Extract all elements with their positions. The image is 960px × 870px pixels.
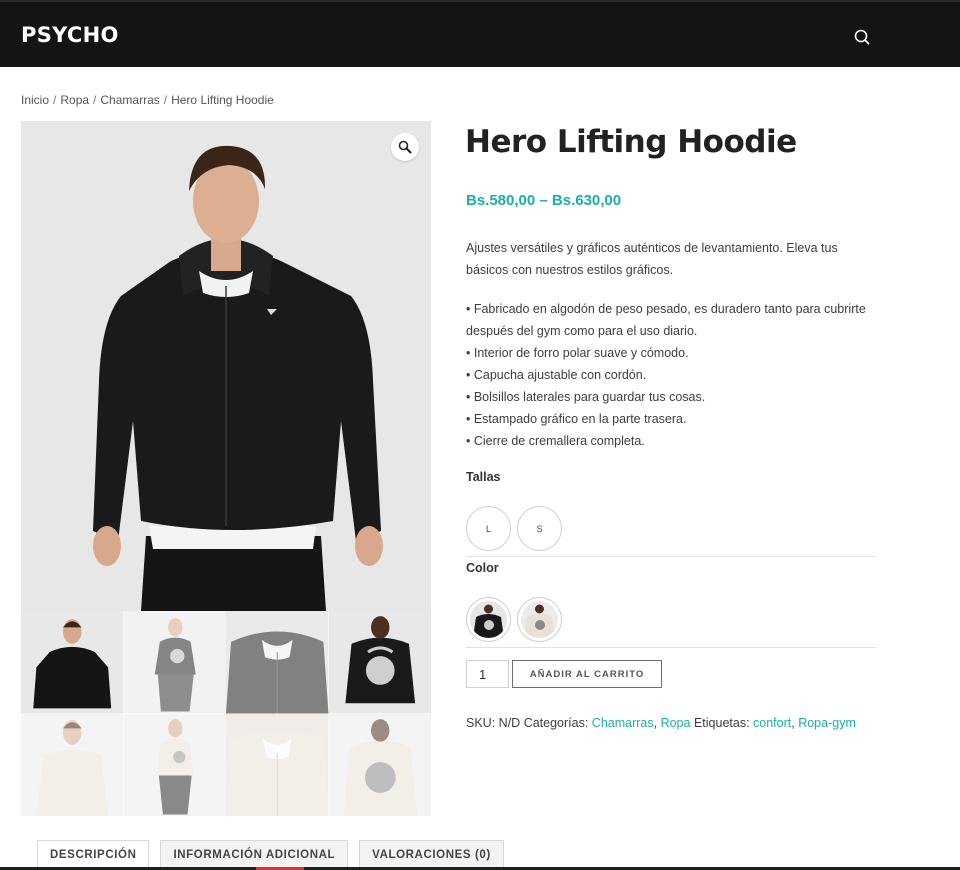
thumbnail-8[interactable] — [328, 713, 431, 816]
product-price: Bs.580,00 – Bs.630,00 — [466, 192, 622, 209]
category-link-chamarras[interactable]: Chamarras — [592, 716, 654, 730]
color-swatch-cream[interactable] — [517, 597, 562, 642]
tag-link-ropa-gym[interactable]: Ropa-gym — [798, 716, 856, 730]
tag-link-confort[interactable]: confort — [753, 716, 791, 730]
feature-item: • Cierre de cremallera completa. — [466, 434, 645, 448]
sizes-label: Tallas — [466, 470, 501, 484]
breadcrumb-chamarras[interactable]: Chamarras — [100, 93, 159, 107]
color-swatch-black[interactable] — [466, 597, 511, 642]
product-main-image[interactable] — [21, 121, 431, 611]
breadcrumb: Inicio / Ropa / Chamarras / Hero Lifting Hoodi… — [21, 93, 274, 107]
site-logo[interactable]: PSYCHO — [21, 23, 119, 47]
feature-item: • Interior de forro polar suave y cómodo… — [466, 346, 689, 360]
product-short-description: Ajustes versátiles y gráficos auténticos… — [466, 237, 876, 452]
feature-item: • Estampado gráfico en la parte trasera. — [466, 412, 687, 426]
sku-label: SKU: — [466, 716, 496, 730]
feature-item: • Fabricado en algodón de peso pesado, e… — [466, 302, 866, 338]
category-link-ropa[interactable]: Ropa — [661, 716, 691, 730]
breadcrumb-separator: / — [163, 93, 168, 107]
breadcrumb-separator: / — [93, 93, 97, 107]
thumbnail-4[interactable] — [328, 611, 431, 714]
site-header: PSYCHO — [0, 0, 960, 67]
thumbnail-3[interactable] — [226, 611, 329, 714]
feature-item: • Bolsillos laterales para guardar tus c… — [466, 390, 706, 404]
tags-label: Etiquetas: — [693, 716, 750, 730]
thumbnail-5[interactable] — [21, 713, 124, 816]
tab-informacion-adicional[interactable]: INFORMACIÓN ADICIONAL — [160, 840, 349, 870]
color-label: Color — [466, 561, 499, 575]
search-icon[interactable] — [852, 27, 872, 47]
thumbnail-7[interactable] — [226, 713, 329, 816]
feature-list: • Fabricado en algodón de peso pesado, e… — [466, 298, 876, 452]
thumbnail-1[interactable] — [21, 611, 124, 714]
magnifier-icon — [398, 140, 412, 154]
zoom-button[interactable] — [391, 133, 419, 161]
categories-label: Categorías: — [523, 716, 589, 730]
product-tabs: DESCRIPCIÓN INFORMACIÓN ADICIONAL VALORA… — [37, 840, 504, 870]
tab-descripcion[interactable]: DESCRIPCIÓN — [37, 840, 150, 870]
product-title: Hero Lifting Hoodie — [465, 124, 797, 160]
thumbnail-6[interactable] — [123, 713, 226, 816]
product-meta: SKU: N/D Categorías: Chamarras, Ropa Eti… — [466, 716, 856, 730]
thumbnail-gallery — [21, 611, 431, 816]
quantity-input[interactable] — [466, 660, 509, 688]
feature-item: • Capucha ajustable con cordón. — [466, 368, 647, 382]
breadcrumb-home[interactable]: Inicio — [21, 93, 49, 107]
divider — [466, 556, 876, 557]
thumbnail-2[interactable] — [123, 611, 226, 714]
breadcrumb-ropa[interactable]: Ropa — [60, 93, 89, 107]
size-option-s[interactable]: S — [517, 506, 562, 551]
add-to-cart-button[interactable]: AÑADIR AL CARRITO — [512, 660, 662, 688]
sku-value: N/D — [498, 716, 521, 730]
breadcrumb-current: Hero Lifting Hoodie — [171, 93, 274, 107]
product-intro: Ajustes versátiles y gráficos auténticos… — [466, 241, 838, 277]
tab-valoraciones[interactable]: VALORACIONES (0) — [359, 840, 504, 870]
divider — [466, 647, 876, 648]
breadcrumb-separator: / — [53, 93, 57, 107]
size-option-l[interactable]: L — [466, 506, 511, 551]
